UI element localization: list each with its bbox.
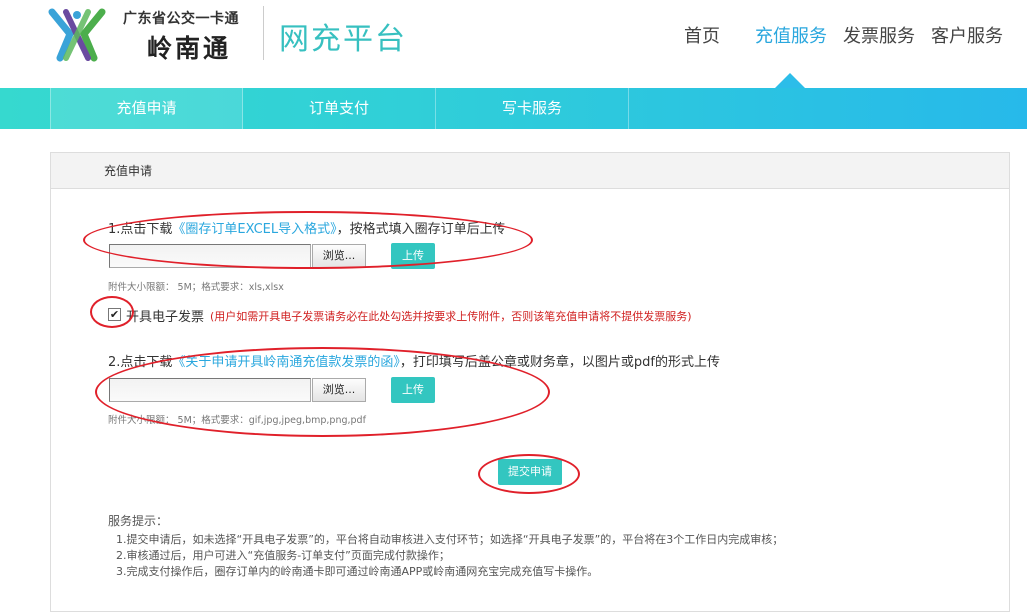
- service-tip-3: 3.完成支付操作后，圈存订单内的岭南通卡即可通过岭南通APP或岭南通网充宝完成充…: [116, 565, 599, 578]
- platform-title: 网充平台: [279, 22, 407, 57]
- e-invoice-note: (用户如需开具电子发票请务必在此处勾选并按要求上传附件，否则该笔充值申请将不提供…: [210, 310, 692, 323]
- order-upload-button[interactable]: 上传: [391, 243, 435, 269]
- logo-name: 岭南通: [147, 34, 232, 63]
- tab-card-write[interactable]: 写卡服务: [436, 88, 629, 129]
- order-file-hint: 附件大小限额： 5M；格式要求：xls,xlsx: [108, 282, 284, 293]
- logo-divider: [263, 6, 264, 60]
- step2-prefix: 2.点击下载: [108, 355, 173, 370]
- nav-invoice-service[interactable]: 发票服务: [843, 22, 915, 48]
- service-tips-title: 服务提示：: [108, 514, 169, 528]
- service-tip-1: 1.提交申请后，如未选择“开具电子发票”的，平台将自动审核进入支付环节；如选择“…: [116, 533, 784, 546]
- logo-subtitle: 广东省公交一卡通: [123, 11, 239, 27]
- download-invoice-letter-link[interactable]: 《关于申请开具岭南通充值款发票的函》: [172, 355, 400, 370]
- sub-nav: 充值申请 订单支付 写卡服务: [0, 88, 1027, 129]
- nav-customer-service[interactable]: 客户服务: [931, 22, 1003, 48]
- nav-home[interactable]: 首页: [684, 22, 720, 48]
- invoice-browse-button[interactable]: 浏览...: [312, 378, 366, 402]
- step1-suffix: ，按格式填入圈存订单后上传: [336, 222, 506, 237]
- panel-title: 充值申请: [51, 153, 1009, 189]
- tab-recharge-apply[interactable]: 充值申请: [50, 88, 243, 129]
- submit-application-button[interactable]: 提交申请: [498, 459, 562, 485]
- invoice-upload-button[interactable]: 上传: [391, 377, 435, 403]
- site-header: 广东省公交一卡通 岭南通 网充平台 首页 充值服务 发票服务 客户服务: [0, 0, 1027, 88]
- step1-prefix: 1.点击下载: [108, 222, 173, 237]
- active-nav-caret: [775, 73, 805, 88]
- e-invoice-checkbox[interactable]: ✔: [108, 308, 121, 321]
- tab-order-payment[interactable]: 订单支付: [243, 88, 436, 129]
- invoice-file-input[interactable]: [109, 378, 311, 402]
- step1-instruction: 1.点击下载《圈存订单EXCEL导入格式》，按格式填入圈存订单后上传: [108, 218, 506, 237]
- logo-icon: [48, 8, 106, 62]
- invoice-file-hint: 附件大小限额： 5M；格式要求：gif,jpg,jpeg,bmp,png,pdf: [108, 415, 366, 426]
- e-invoice-label[interactable]: 开具电子发票: [126, 306, 204, 325]
- step2-instruction: 2.点击下载《关于申请开具岭南通充值款发票的函》，打印填写后盖公章或财务章，以图…: [108, 351, 720, 370]
- step2-suffix: ，打印填写后盖公章或财务章，以图片或pdf的形式上传: [399, 355, 721, 370]
- recharge-apply-panel: 充值申请 1.点击下载《圈存订单EXCEL导入格式》，按格式填入圈存订单后上传 …: [50, 152, 1010, 612]
- nav-recharge-service[interactable]: 充值服务: [755, 22, 827, 48]
- order-browse-button[interactable]: 浏览...: [312, 244, 366, 268]
- download-excel-template-link[interactable]: 《圈存订单EXCEL导入格式》: [172, 222, 336, 237]
- service-tip-2: 2.审核通过后，用户可进入“充值服务-订单支付”页面完成付款操作；: [116, 549, 450, 562]
- order-file-input[interactable]: [109, 244, 311, 268]
